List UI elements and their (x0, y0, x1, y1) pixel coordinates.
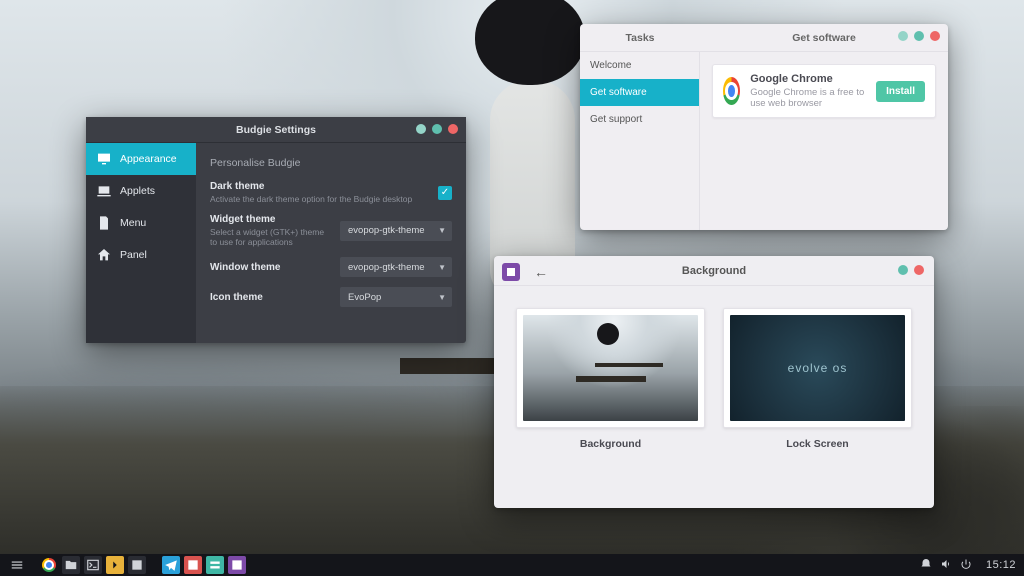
window-controls (898, 265, 924, 275)
window-theme-dropdown[interactable]: evopop-gtk-theme ▼ (340, 257, 452, 277)
icon-theme-dropdown[interactable]: EvoPop ▼ (340, 287, 452, 307)
row-icon-theme: Icon theme EvoPop ▼ (210, 287, 452, 307)
titlebar-tabs: Tasks Get software (580, 24, 948, 52)
background-card[interactable]: Background (516, 308, 705, 450)
taskbar-settings-icon[interactable] (128, 556, 146, 574)
app-name: Google Chrome (750, 73, 866, 85)
taskbar-plex-icon[interactable] (106, 556, 124, 574)
sidebar-item-support[interactable]: Get support (580, 106, 699, 133)
sidebar-item-label: Menu (120, 217, 146, 229)
lockscreen-text: evolve os (788, 361, 848, 375)
background-window[interactable]: ← Background Background evolve os Lock S… (494, 256, 934, 508)
sidebar-item-applets[interactable]: Applets (86, 175, 196, 207)
tray-volume-icon[interactable] (940, 558, 952, 573)
background-app-icon (502, 263, 520, 281)
system-tray: 15:12 (920, 558, 1016, 573)
tasks-sidebar: Welcome Get software Get support (580, 52, 700, 230)
icon-theme-value: EvoPop (348, 292, 381, 303)
chrome-icon (723, 77, 740, 105)
software-main: Google Chrome Google Chrome is a free to… (700, 52, 948, 230)
taskbar-app-teal-icon[interactable] (206, 556, 224, 574)
taskbar[interactable]: 15:12 (0, 554, 1024, 576)
icon-theme-label: Icon theme (210, 292, 330, 303)
lockscreen-thumbnail[interactable]: evolve os (723, 308, 912, 428)
taskbar-files-icon[interactable] (62, 556, 80, 574)
taskbar-chrome-icon[interactable] (40, 556, 58, 574)
taskbar-clock[interactable]: 15:12 (986, 559, 1016, 571)
taskbar-background-icon[interactable] (228, 556, 246, 574)
lockscreen-card[interactable]: evolve os Lock Screen (723, 308, 912, 450)
budgie-titlebar[interactable]: Budgie Settings (86, 117, 466, 143)
dark-theme-checkbox[interactable]: ✓ (438, 186, 452, 200)
close-button[interactable] (914, 265, 924, 275)
background-titlebar[interactable]: ← Background (494, 256, 934, 286)
budgie-content: Personalise Budgie Dark theme Activate t… (196, 143, 466, 343)
widget-theme-sub: Select a widget (GTK+) theme to use for … (210, 227, 330, 247)
chevron-down-icon: ▼ (438, 263, 446, 272)
window-theme-value: evopop-gtk-theme (348, 262, 425, 273)
sidebar-item-welcome[interactable]: Welcome (580, 52, 699, 79)
tray-notifications-icon[interactable] (920, 558, 932, 573)
lockscreen-caption: Lock Screen (786, 438, 848, 450)
close-button[interactable] (930, 31, 940, 41)
taskbar-terminal-icon[interactable] (84, 556, 102, 574)
dark-theme-label: Dark theme (210, 181, 428, 192)
back-button[interactable]: ← (530, 262, 552, 282)
sidebar-item-panel[interactable]: Panel (86, 239, 196, 271)
minimize-button[interactable] (416, 124, 426, 134)
sidebar-item-label: Panel (120, 249, 147, 261)
app-row-chrome[interactable]: Google Chrome Google Chrome is a free to… (712, 64, 936, 118)
budgie-sidebar: Appearance Applets Menu Panel (86, 143, 196, 343)
tab-tasks[interactable]: Tasks (580, 24, 700, 51)
sidebar-item-label: Applets (120, 185, 155, 197)
install-button[interactable]: Install (876, 81, 925, 102)
widget-theme-dropdown[interactable]: evopop-gtk-theme ▼ (340, 221, 452, 241)
maximize-button[interactable] (898, 265, 908, 275)
minimize-button[interactable] (898, 31, 908, 41)
app-desc: Google Chrome is a free to use web brows… (750, 87, 866, 109)
sidebar-item-label: Appearance (120, 153, 177, 165)
window-theme-label: Window theme (210, 262, 330, 273)
maximize-button[interactable] (432, 124, 442, 134)
budgie-title: Budgie Settings (86, 124, 466, 136)
monitor-icon (96, 151, 112, 167)
get-software-window[interactable]: Tasks Get software Welcome Get software … (580, 24, 948, 230)
row-dark-theme: Dark theme Activate the dark theme optio… (210, 181, 452, 204)
close-button[interactable] (448, 124, 458, 134)
row-window-theme: Window theme evopop-gtk-theme ▼ (210, 257, 452, 277)
window-controls (416, 124, 458, 134)
chevron-down-icon: ▼ (438, 226, 446, 235)
dark-theme-sub: Activate the dark theme option for the B… (210, 194, 428, 204)
budgie-settings-window[interactable]: Budgie Settings Appearance Applets (86, 117, 466, 343)
window-controls (898, 31, 940, 41)
widget-theme-value: evopop-gtk-theme (348, 225, 425, 236)
maximize-button[interactable] (914, 31, 924, 41)
sidebar-item-menu[interactable]: Menu (86, 207, 196, 239)
widget-theme-label: Widget theme (210, 214, 330, 225)
desktop: Budgie Settings Appearance Applets (0, 0, 1024, 576)
background-title: Background (494, 265, 934, 277)
row-widget-theme: Widget theme Select a widget (GTK+) them… (210, 214, 452, 247)
sidebar-item-software[interactable]: Get software (580, 79, 699, 106)
taskbar-app-red-icon[interactable] (184, 556, 202, 574)
chevron-down-icon: ▼ (438, 293, 446, 302)
menu-icon[interactable] (8, 556, 26, 574)
content-heading: Personalise Budgie (210, 157, 452, 169)
sidebar-item-appearance[interactable]: Appearance (86, 143, 196, 175)
applets-icon (96, 183, 112, 199)
tray-power-icon[interactable] (960, 558, 972, 573)
background-caption: Background (580, 438, 641, 450)
document-icon (96, 215, 112, 231)
background-thumbnail[interactable] (516, 308, 705, 428)
home-icon (96, 247, 112, 263)
taskbar-telegram-icon[interactable] (162, 556, 180, 574)
